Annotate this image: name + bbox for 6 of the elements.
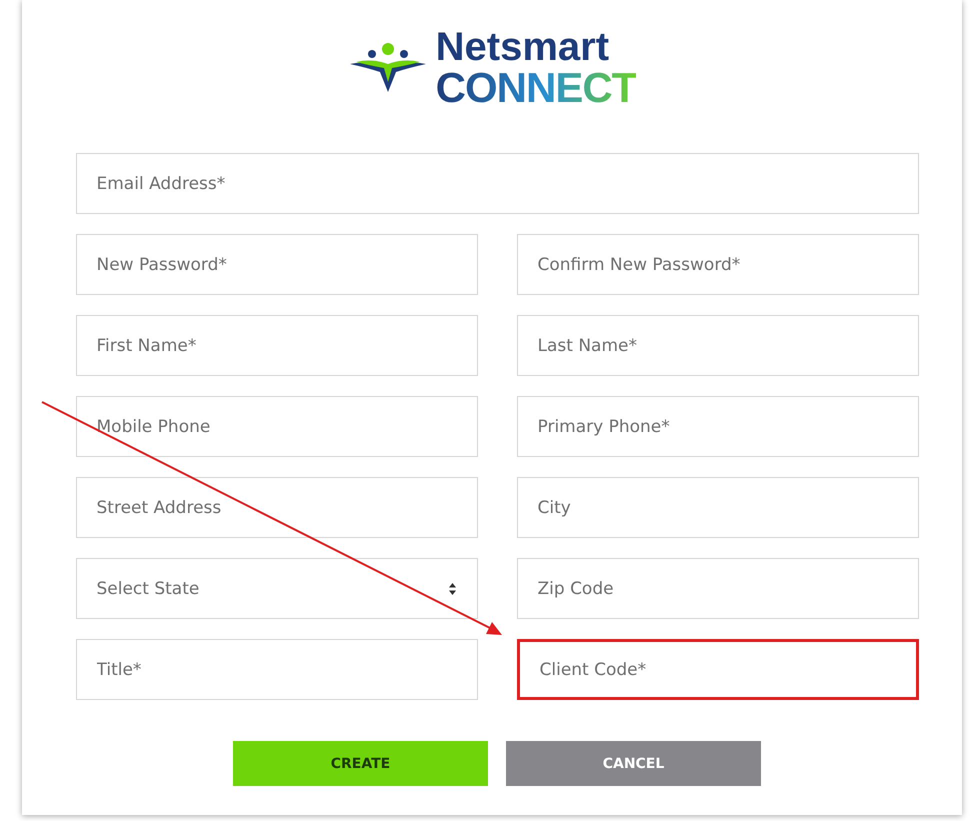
input-field[interactable]: Client Code*	[516, 639, 918, 700]
state-select[interactable]: Select State	[76, 558, 478, 619]
create-button[interactable]: CREATE	[233, 741, 488, 786]
sort-caret-icon	[448, 582, 456, 596]
cancel-button[interactable]: CANCEL	[506, 741, 761, 786]
logo-wordmark: Netsmart	[436, 27, 610, 67]
